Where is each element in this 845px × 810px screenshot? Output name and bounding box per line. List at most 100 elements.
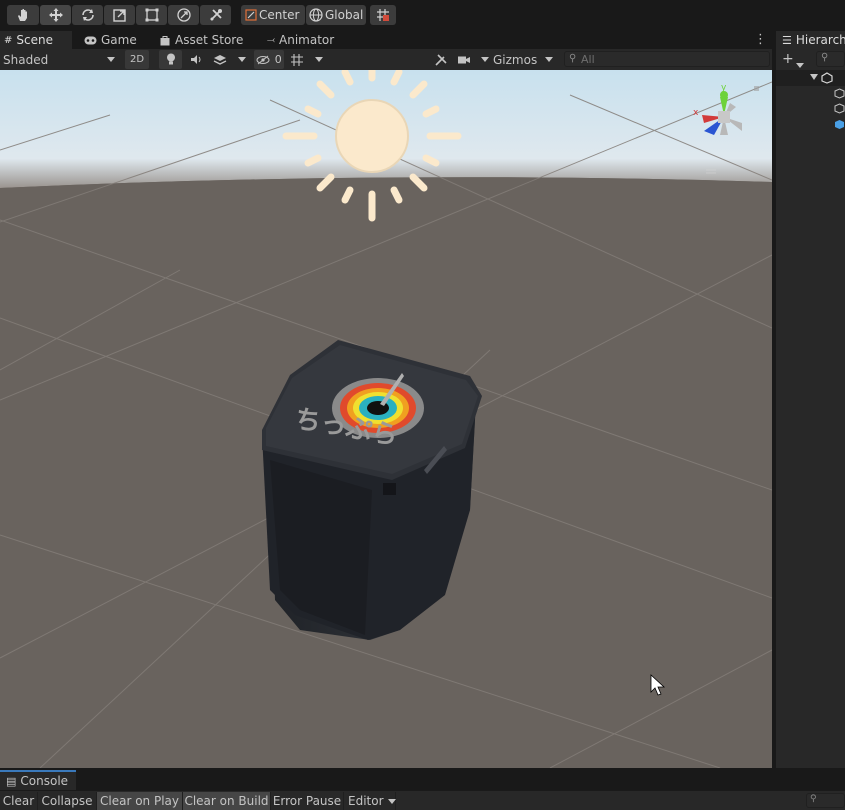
search-icon: ⚲: [569, 53, 577, 64]
custom-tool-button[interactable]: [200, 5, 231, 25]
audio-toggle-button[interactable]: [186, 50, 206, 69]
chevron-down-icon: [238, 57, 246, 62]
gizmo-y-label: y: [721, 83, 727, 93]
error-pause-label: Error Pause: [272, 794, 342, 808]
hidden-eye-icon: [256, 55, 270, 64]
2d-toggle-label: 2D: [129, 54, 145, 65]
gameobject-cube-icon[interactable]: [834, 103, 845, 114]
tab-scene-label: Scene: [16, 33, 53, 47]
add-object-dropdown[interactable]: [796, 57, 804, 71]
gizmos-dropdown[interactable]: Gizmos: [490, 50, 557, 69]
rotate-icon: [81, 9, 94, 21]
scene-search-input[interactable]: ⚲ All: [564, 51, 770, 67]
console-toolbar: Clear Collapse Clear on Play Clear on Bu…: [0, 790, 845, 810]
hierarchy-scene-row[interactable]: [776, 70, 845, 86]
collapse-label: Collapse: [41, 794, 93, 808]
effects-dropdown[interactable]: [234, 50, 250, 69]
tab-asset-store-label: Asset Store: [175, 33, 244, 47]
tab-hierarchy[interactable]: ☰ Hierarch: [776, 31, 845, 49]
lightbulb-icon: [166, 53, 175, 65]
unity-scene-icon: [821, 72, 833, 84]
tools-icon: [435, 53, 447, 66]
hierarchy-toolbar: + ⚲: [776, 49, 845, 71]
tab-game-label: Game: [101, 33, 137, 47]
clear-button[interactable]: Clear: [0, 792, 38, 810]
clear-label: Clear: [2, 794, 35, 808]
camera-icon: [458, 56, 470, 63]
globe-icon: [309, 8, 323, 22]
tools-icon: [209, 9, 222, 21]
pivot-space-button[interactable]: Global: [306, 5, 366, 25]
rect-tool-button[interactable]: [136, 5, 167, 25]
pivot-mode-label: Center: [259, 8, 300, 22]
gizmo-lock-icon[interactable]: [754, 86, 759, 91]
search-placeholder: All: [581, 52, 595, 66]
scene-grid-icon: #: [4, 34, 13, 46]
gamepad-icon: [84, 36, 97, 44]
error-pause-button[interactable]: Error Pause: [271, 792, 344, 810]
collapse-button[interactable]: Collapse: [38, 792, 97, 810]
snap-grid-button[interactable]: [370, 5, 396, 25]
tab-animator-label: Animator: [279, 33, 335, 47]
grid-toggle-button[interactable]: [287, 50, 307, 69]
animator-icon: ⤙: [267, 34, 275, 46]
scene-canvas: ちっぷら y x: [0, 70, 772, 768]
tab-asset-store[interactable]: Asset Store: [156, 31, 256, 49]
hidden-count: 0: [274, 53, 282, 66]
add-object-icon[interactable]: +: [782, 51, 794, 67]
chevron-down-icon: [481, 57, 489, 62]
bag-icon: [160, 35, 170, 45]
more-options-icon[interactable]: ⋮: [754, 33, 767, 47]
chevron-down-icon: [545, 57, 553, 62]
grid-dropdown[interactable]: [311, 50, 327, 69]
editor-dropdown[interactable]: Editor: [344, 792, 396, 810]
move-tool-button[interactable]: [40, 5, 71, 25]
chevron-down-icon: [107, 57, 115, 62]
hierarchy-list-icon: ☰: [782, 33, 792, 47]
search-icon: ⚲: [810, 794, 817, 804]
chevron-down-icon: [387, 798, 396, 804]
move-icon: [48, 8, 63, 22]
hierarchy-search-input[interactable]: ⚲: [816, 51, 845, 67]
console-icon: ▤: [6, 774, 17, 788]
pivot-mode-button[interactable]: Center: [241, 5, 305, 25]
gizmo-x-label: x: [693, 108, 699, 118]
transform-icon: [176, 8, 191, 22]
draw-mode-dropdown[interactable]: Shaded: [0, 50, 119, 69]
console-tab-label: Console: [20, 774, 69, 788]
prefab-cube-icon[interactable]: [834, 119, 845, 130]
layers-effects-icon: [213, 54, 227, 65]
draw-mode-label: Shaded: [3, 52, 49, 67]
effects-toggle-button[interactable]: [210, 50, 230, 69]
grid-snap-icon: [377, 9, 389, 21]
tools-overlay-button[interactable]: [431, 50, 451, 69]
tab-game[interactable]: Game: [80, 31, 150, 49]
tab-animator[interactable]: ⤙ Animator: [263, 31, 353, 49]
camera-settings-button[interactable]: [457, 50, 489, 69]
scene-tab-bar: # Scene Game Asset Store ⤙ Animator ⋮: [0, 31, 772, 49]
scene-visibility-button[interactable]: 0: [254, 50, 284, 69]
tab-scene[interactable]: # Scene: [0, 31, 72, 49]
editor-label: Editor: [348, 794, 384, 808]
2d-toggle-button[interactable]: 2D: [125, 50, 149, 69]
rotate-tool-button[interactable]: [72, 5, 103, 25]
lighting-toggle-button[interactable]: [159, 50, 182, 69]
clear-on-play-button[interactable]: Clear on Play: [97, 792, 183, 810]
pivot-center-icon: [245, 9, 257, 21]
transform-tool-button[interactable]: [168, 5, 199, 25]
chevron-down-icon: [810, 74, 818, 80]
main-toolbar: Center Global: [0, 0, 845, 32]
scale-tool-button[interactable]: [104, 5, 135, 25]
search-icon: ⚲: [821, 52, 829, 63]
gameobject-cube-icon[interactable]: [834, 88, 845, 99]
chevron-down-icon: [315, 57, 323, 62]
clear-on-build-button[interactable]: Clear on Build: [183, 792, 271, 810]
pivot-space-label: Global: [325, 8, 364, 22]
clear-on-build-label: Clear on Build: [184, 794, 269, 808]
scale-icon: [112, 9, 126, 22]
tab-console[interactable]: ▤ Console: [0, 770, 76, 790]
gizmos-label: Gizmos: [493, 52, 538, 67]
hand-tool-button[interactable]: [7, 5, 39, 25]
scene-viewport[interactable]: ちっぷら y x: [0, 70, 772, 768]
console-search-input[interactable]: ⚲: [806, 793, 845, 808]
